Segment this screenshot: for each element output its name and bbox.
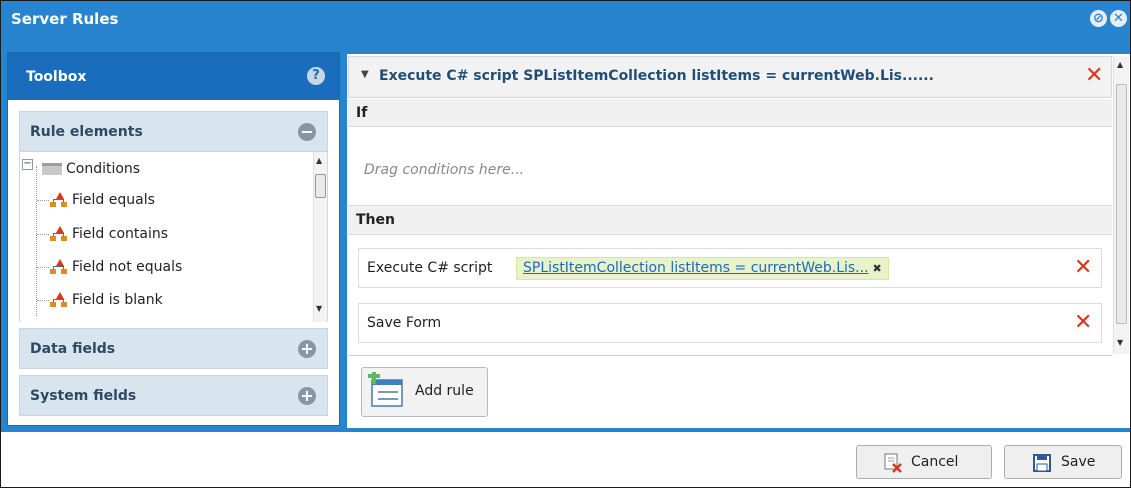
expand-icon[interactable]: + <box>298 387 316 405</box>
section-system-fields[interactable]: System fields + <box>19 375 328 416</box>
tree-folder-conditions[interactable]: Conditions <box>42 158 140 180</box>
tree-connector <box>36 166 37 316</box>
save-label: Save <box>1061 454 1096 470</box>
tree-item-label: Conditions <box>66 161 141 177</box>
tree-item-label: Field is blank <box>72 292 163 308</box>
action-execute-script[interactable]: Execute C# script SPListItemCollection l… <box>358 248 1102 288</box>
rule-title: Execute C# script SPListItemCollection l… <box>379 68 934 84</box>
minimize-icon[interactable]: ⊘ <box>1090 10 1107 27</box>
add-rule-label: Add rule <box>415 383 474 399</box>
rule-header[interactable]: ▼ Execute C# script SPListItemCollection… <box>348 56 1112 98</box>
tree-item-label: Field equals <box>72 192 155 208</box>
drop-zone-placeholder: Drag conditions here... <box>364 162 525 178</box>
cancel-icon <box>884 453 902 473</box>
toolbox-title: Toolbox <box>26 69 87 85</box>
folder-icon <box>42 163 62 175</box>
add-rule-icon <box>368 372 403 407</box>
action-label: Save Form <box>367 315 442 331</box>
scroll-down-icon[interactable]: ▼ <box>316 304 322 313</box>
section-rule-elements[interactable]: Rule elements − <box>19 111 328 152</box>
condition-icon <box>50 192 68 208</box>
section-data-fields[interactable]: Data fields + <box>19 328 328 369</box>
tree-connector <box>37 234 49 235</box>
then-section-header: Then <box>348 205 1112 235</box>
scroll-down-icon[interactable]: ▼ <box>1117 338 1123 347</box>
dialog-footer: Cancel Save <box>1 430 1130 487</box>
delete-action-icon[interactable]: ✕ <box>1074 312 1092 334</box>
tree-item-label: Field not equals <box>72 259 183 275</box>
delete-action-icon[interactable]: ✕ <box>1074 257 1092 279</box>
scroll-up-icon[interactable]: ▲ <box>1117 60 1123 69</box>
if-label: If <box>356 105 368 121</box>
tree-item-field-not-equals[interactable]: Field not equals <box>50 256 182 278</box>
tree-item-field-equals[interactable]: Field equals <box>50 189 155 211</box>
rule-editor-panel: ▼ Execute C# script SPListItemCollection… <box>347 54 1130 428</box>
section-label: Rule elements <box>30 124 143 140</box>
tree-item-field-is-blank[interactable]: Field is blank <box>50 289 163 311</box>
if-section-header: If <box>348 99 1112 127</box>
tree-connector <box>37 300 49 301</box>
collapse-caret-icon[interactable]: ▼ <box>361 69 369 80</box>
conditions-drop-zone[interactable]: Drag conditions here... <box>348 128 1112 208</box>
condition-icon <box>50 226 68 242</box>
collapse-icon[interactable]: − <box>298 123 316 141</box>
tree-connector <box>37 267 49 268</box>
scroll-up-icon[interactable]: ▲ <box>316 156 322 165</box>
scroll-thumb[interactable] <box>315 174 326 198</box>
title-bar: Server Rules ⊘ ✕ <box>1 1 1130 39</box>
server-rules-dialog: Server Rules ⊘ ✕ Toolbox ? Rule elements… <box>0 0 1131 488</box>
then-label: Then <box>356 212 395 228</box>
tree-item-field-contains[interactable]: Field contains <box>50 223 168 245</box>
condition-icon <box>50 259 68 275</box>
close-icon[interactable]: ✕ <box>1110 10 1127 27</box>
tree-connector <box>37 200 49 201</box>
add-rule-button[interactable]: Add rule <box>361 367 488 417</box>
tree-item-label: Field contains <box>72 226 169 242</box>
section-label: Data fields <box>30 341 116 357</box>
section-label: System fields <box>30 388 137 404</box>
action-label: Execute C# script <box>367 260 493 276</box>
expand-icon[interactable]: + <box>298 340 316 358</box>
cancel-button[interactable]: Cancel <box>856 445 992 479</box>
condition-icon <box>50 292 68 308</box>
save-button[interactable]: Save <box>1004 445 1122 479</box>
save-icon <box>1033 454 1051 472</box>
toolbox-panel: Toolbox ? Rule elements − − Conditions F… <box>7 52 340 426</box>
script-chip: SPListItemCollection listItems = current… <box>516 257 889 280</box>
script-link[interactable]: SPListItemCollection listItems = current… <box>523 260 869 276</box>
rule-scrollbar[interactable]: ▲ ▼ <box>1113 56 1129 354</box>
dialog-title: Server Rules <box>11 10 119 28</box>
cancel-label: Cancel <box>911 454 959 470</box>
help-icon[interactable]: ? <box>307 67 325 85</box>
tree-scrollbar[interactable]: ▲ ▼ <box>313 152 327 322</box>
tree-expander-icon[interactable]: − <box>22 159 33 170</box>
delete-rule-icon[interactable]: ✕ <box>1085 65 1103 87</box>
scroll-thumb[interactable] <box>1116 84 1127 324</box>
remove-chip-icon[interactable]: ✖ <box>873 262 882 275</box>
toolbox-header: Toolbox ? <box>8 53 339 100</box>
action-save-form[interactable]: Save Form ✕ <box>358 303 1102 343</box>
add-rule-area: Add rule <box>348 355 1112 427</box>
rule-elements-tree: − Conditions Field equals Field contains… <box>19 152 328 322</box>
